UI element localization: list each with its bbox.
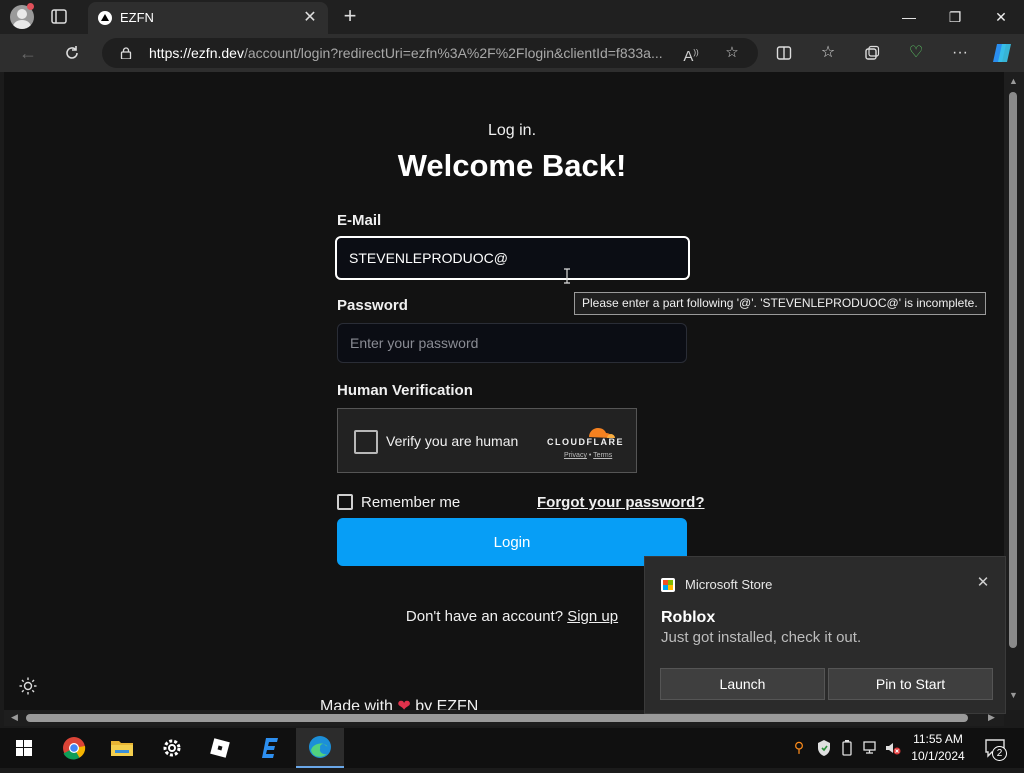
launch-button[interactable]: Launch [660,668,825,700]
notification-toast: Microsoft Store ✕ Roblox Just got instal… [644,556,1006,714]
toast-body: Just got installed, check it out. [661,629,862,646]
toast-close-icon[interactable]: ✕ [973,573,993,593]
back-icon[interactable]: ← [14,40,42,66]
battery-icon[interactable] [838,739,856,757]
browser-essentials-icon[interactable]: ♡ [902,40,930,66]
remember-me-label: Remember me [361,494,461,511]
notification-count-badge: 2 [992,746,1007,761]
browser-nav-bar: ← https://ezfn.dev/account/login?redirec… [0,34,1024,72]
lock-icon[interactable] [120,47,132,59]
password-field[interactable] [337,323,687,363]
network-icon[interactable] [862,739,880,757]
edge-taskbar-icon[interactable] [296,728,344,768]
email-field[interactable] [335,236,690,280]
scroll-down-icon[interactable]: ▼ [1009,690,1018,700]
cloudflare-links: Privacy • Terms [564,452,612,459]
volume-muted-icon[interactable] [884,739,902,757]
theme-toggle-sun-icon[interactable] [18,676,38,696]
cloudflare-terms-link[interactable]: Terms [593,452,612,459]
split-screen-icon[interactable] [770,40,798,66]
email-validation-tooltip: Please enter a part following '@'. 'STEV… [574,292,986,315]
roblox-taskbar-icon[interactable] [196,728,244,768]
footer-prefix: Made with [320,698,398,710]
toast-app-name: Microsoft Store [685,577,773,592]
start-button[interactable] [0,728,48,768]
tab-ezfn[interactable]: EZFN ✕ [88,2,328,34]
url-text[interactable]: https://ezfn.dev/account/login?redirectU… [149,45,669,61]
toast-title: Roblox [661,609,716,626]
address-bar[interactable]: https://ezfn.dev/account/login?redirectU… [102,38,758,68]
favorites-icon[interactable]: ☆ [814,40,842,66]
close-window-button[interactable]: ✕ [978,0,1024,34]
signup-prompt-text: Don't have an account? [405,608,568,625]
email-label: E-Mail [337,212,382,229]
refresh-icon[interactable] [58,40,86,66]
forgot-password-link[interactable]: Forgot your password? [537,494,705,511]
heart-icon: ❤ [397,698,411,710]
taskbar-clock[interactable]: 11:55 AM 10/1/2024 [906,731,970,765]
tab-title: EZFN [120,10,154,25]
cloudflare-privacy-link[interactable]: Privacy [564,452,587,459]
clock-date: 10/1/2024 [911,749,965,763]
vertical-scroll-thumb[interactable] [1009,92,1017,648]
file-explorer-icon[interactable] [98,728,146,768]
windows-taskbar: ⚲ 11:55 AM 10/1/2024 2 [0,728,1024,768]
chrome-taskbar-icon[interactable] [50,728,98,768]
minimize-button[interactable]: — [886,0,932,34]
browser-tab-bar: EZFN ✕ + — ❐ ✕ [0,0,1024,34]
clock-time: 11:55 AM [913,732,963,746]
cloudflare-wordmark: CLOUDFLARE [547,437,624,447]
vertical-scrollbar[interactable]: ▲ ▼ [1004,72,1024,710]
cloudflare-turnstile-widget: Verify you are human CLOUDFLARE Privacy … [337,408,637,473]
windows-logo-icon [16,740,32,756]
collections-icon[interactable] [858,40,886,66]
settings-more-icon[interactable]: ··· [946,40,974,66]
verification-label: Human Verification [337,382,473,399]
new-tab-icon[interactable]: + [338,5,362,29]
scroll-left-icon[interactable]: ◀ [11,712,18,723]
defender-shield-icon[interactable] [815,739,833,757]
login-subtitle: Log in. [487,122,537,139]
horizontal-scroll-thumb[interactable] [26,714,968,722]
microsoft-store-icon [661,578,675,592]
favorite-star-icon[interactable]: ☆ [721,43,743,63]
copilot-icon[interactable] [988,40,1016,66]
search-tray-icon[interactable]: ⚲ [790,739,808,757]
verify-text: Verify you are human [386,433,519,449]
pin-to-start-button[interactable]: Pin to Start [828,668,993,700]
scroll-up-icon[interactable]: ▲ [1009,76,1018,86]
login-button[interactable]: Login [337,518,687,566]
page-title: Welcome Back! [397,148,627,183]
tab-close-icon[interactable]: ✕ [300,8,320,28]
profile-notification-dot [27,3,34,10]
password-label: Password [337,297,408,314]
ezfn-favicon-icon [98,11,112,25]
remember-me-checkbox[interactable] [337,494,353,510]
tab-actions-icon[interactable] [48,7,70,27]
maximize-button[interactable]: ❐ [932,0,978,34]
footer-suffix: by EZFN [410,698,479,710]
text-cursor-icon [564,268,570,284]
ezfn-launcher-icon[interactable] [246,728,294,768]
footer-credit: Made with ❤ by EZFN [320,696,478,710]
read-aloud-icon[interactable]: A)) [680,43,702,65]
settings-gear-icon[interactable] [148,728,196,768]
signup-link[interactable]: Sign up [567,608,618,625]
verify-checkbox[interactable] [354,430,378,454]
